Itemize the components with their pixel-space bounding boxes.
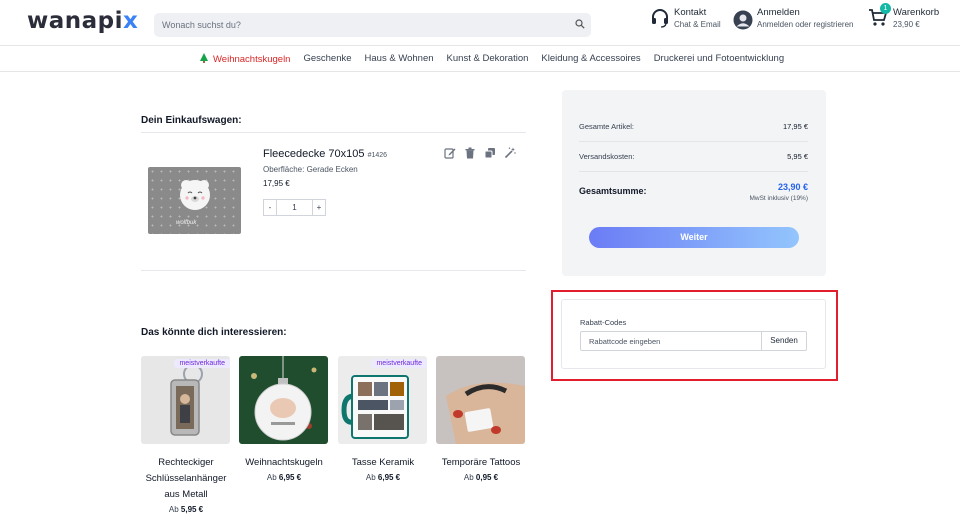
ornament-image[interactable] [239,356,328,444]
category-nav: Weihnachtskugeln Geschenke Haus & Wohnen… [0,46,960,72]
contact-title: Kontakt [674,7,707,18]
headset-icon [652,9,668,28]
recommendation-name[interactable]: Tasse Keramik [338,455,428,471]
contact-subtitle: Chat & Email [674,20,721,29]
nav-item-kleidung-accessoires[interactable]: Kleidung & Accessoires [541,53,640,65]
cart-heading: Dein Einkaufswagen: [141,115,242,126]
discount-label: Rabatt-Codes [580,318,627,327]
product-price: 17,95 € [263,179,290,188]
nav-item-kunst-dekoration[interactable]: Kunst & Dekoration [447,53,529,65]
recommendation-price: Ab 0,95 € [463,473,499,482]
recommendation-card[interactable]: meistverkaufte Tasse Keramik Ab 6,95 € [338,356,428,484]
tattoo-image[interactable] [436,356,525,444]
christmas-tree-icon [200,53,208,63]
quantity-increase-button[interactable]: + [312,199,326,216]
recommendation-price: Ab 6,95 € [365,473,401,482]
vat-note: MwSt inklusiv (19%) [749,195,808,202]
discount-code-box: Rabatt-Codes Senden [561,299,826,369]
recommendations-heading: Das könnte dich interessieren: [141,327,287,338]
recommendation-card[interactable]: meistverkaufte Rechteckiger Schlüsselanh… [141,356,231,516]
summary-items-row: Gesamte Artikel: 17,95 € [579,122,808,131]
order-summary: Gesamte Artikel: 17,95 € Versandskosten:… [562,90,826,276]
nav-item-druckerei[interactable]: Druckerei und Fotoentwicklung [654,53,784,65]
divider [141,132,526,133]
quantity-value[interactable]: 1 [277,199,312,216]
recommendation-price: Ab 6,95 € [266,473,302,482]
continue-button[interactable]: Weiter [589,227,799,248]
bestseller-tag: meistverkaufte [174,359,230,368]
login-title: Anmelden [757,7,800,18]
recommendation-card[interactable]: Temporäre Tattoos Ab 0,95 € [436,356,526,484]
search-input[interactable] [154,13,554,37]
product-surface: Oberfläche: Gerade Ecken [263,165,358,174]
summary-total-label: Gesamtsumme: [579,186,647,196]
summary-shipping-value: 5,95 € [787,152,808,161]
product-image-text: wolfbuk [176,220,197,226]
mug-image[interactable]: meistverkaufte [338,356,427,444]
cart-title: Warenkorb [893,7,940,18]
recommendation-name[interactable]: Weihnachtskugeln [239,455,329,471]
magic-wand-icon[interactable] [504,146,516,159]
summary-total-value: 23,90 € [777,182,808,192]
edit-icon[interactable] [444,146,456,159]
cart-count-badge: 1 [880,3,891,14]
discount-submit-button[interactable]: Senden [761,331,807,351]
search-bar[interactable] [154,13,591,37]
divider [141,270,526,271]
nav-item-weihnachtskugeln[interactable]: Weihnachtskugeln [200,53,290,65]
bear-illustration [180,180,210,210]
logo[interactable]: wanapix [27,8,138,34]
recommendation-name[interactable]: Rechteckiger Schlüsselanhänger aus Metal… [141,455,231,503]
nav-item-geschenke[interactable]: Geschenke [303,53,351,65]
trash-icon[interactable] [464,146,476,159]
recommendation-card[interactable]: Weihnachtskugeln Ab 6,95 € [239,356,329,484]
quantity-stepper: - 1 + [263,199,326,216]
summary-items-label: Gesamte Artikel: [579,122,635,131]
recommendation-name[interactable]: Temporäre Tattoos [436,455,526,471]
login-subtitle: Anmelden oder registrieren [757,20,854,29]
site-header: wanapix Kontakt Chat & Email Anmelden An… [0,0,960,46]
duplicate-icon[interactable] [484,146,496,159]
discount-code-input[interactable] [580,331,762,351]
divider [579,171,808,172]
recommendation-price: Ab 5,95 € [168,505,204,514]
summary-shipping-row: Versandskosten: 5,95 € [579,152,808,161]
item-actions [444,146,524,159]
bestseller-tag: meistverkaufte [371,359,427,368]
product-name[interactable]: Fleecedecke 70x105 #1426 [263,148,387,160]
user-avatar-icon [733,10,753,30]
product-image[interactable]: wolfbuk [148,167,241,234]
cart-amount: 23,90 € [893,20,920,29]
search-icon[interactable] [575,19,585,29]
quantity-decrease-button[interactable]: - [263,199,277,216]
summary-items-value: 17,95 € [782,122,808,131]
keychain-image[interactable]: meistverkaufte [141,356,230,444]
summary-shipping-label: Versandskosten: [579,152,635,161]
product-sku: #1426 [367,152,388,159]
nav-item-haus-wohnen[interactable]: Haus & Wohnen [365,53,434,65]
divider [579,141,808,142]
